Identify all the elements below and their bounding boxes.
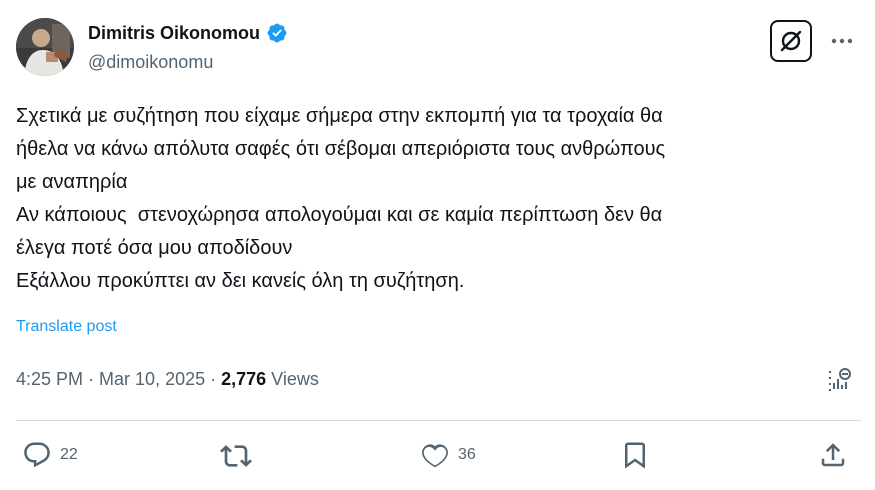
post-date[interactable]: Mar 10, 2025 [99, 369, 205, 390]
post-text-line: Εξάλλου προκύπτει αν δει κανείς όλη τη σ… [16, 270, 465, 292]
author-name-row: Dimitris Oikonomou [88, 22, 288, 44]
author-handle[interactable]: @dimoikonomu [88, 52, 213, 73]
avatar-image [16, 18, 74, 76]
author-display-name[interactable]: Dimitris Oikonomou [88, 23, 260, 44]
reply-count: 22 [60, 446, 78, 463]
post-text-line: ήθελα να κάνω απόλυτα σαφές ότι σέβομαι … [16, 138, 666, 160]
grok-button[interactable] [770, 20, 812, 62]
more-icon [831, 38, 853, 44]
bookmark-button[interactable] [620, 440, 650, 470]
post-time[interactable]: 4:25 PM [16, 369, 83, 390]
tweet-card: Dimitris Oikonomou @dimoikonomu Σχετικά … [0, 0, 875, 490]
grok-icon [780, 30, 802, 52]
meta-separator: · [210, 369, 217, 389]
avatar[interactable] [16, 18, 74, 76]
verified-badge-icon[interactable] [266, 22, 288, 44]
share-icon [821, 443, 845, 467]
views-count: 2,776 [221, 369, 267, 389]
like-count: 36 [458, 446, 476, 463]
divider [16, 420, 861, 421]
post-text-line: με αναπηρία [16, 171, 128, 193]
share-button[interactable] [818, 440, 848, 470]
analytics-icon [829, 368, 851, 391]
post-text-line: Σχετικά με συζήτηση που είχαμε σήμερα στ… [16, 105, 663, 127]
repost-button[interactable] [220, 440, 252, 472]
views-label: Views [271, 369, 319, 389]
like-button[interactable]: 36 [420, 440, 476, 470]
translate-post-link[interactable]: Translate post [16, 318, 117, 336]
reply-icon [24, 442, 50, 468]
bookmark-icon [625, 442, 645, 469]
post-text-line: έλεγα ποτέ όσα μου αποδίδουν [16, 237, 293, 259]
post-meta: 4:25 PM · Mar 10, 2025 · 2,776 Views [16, 369, 319, 390]
post-text-line: Αν κάποιους στενοχώρησα απολογούμαι και … [16, 204, 663, 226]
analytics-button[interactable] [826, 366, 854, 394]
like-icon [422, 444, 448, 468]
post-text: Σχετικά με συζήτηση που είχαμε σήμερα στ… [16, 100, 866, 298]
meta-separator: · [88, 369, 95, 389]
more-options-button[interactable] [828, 28, 856, 54]
reply-button[interactable]: 22 [22, 440, 78, 470]
repost-icon [220, 445, 252, 467]
